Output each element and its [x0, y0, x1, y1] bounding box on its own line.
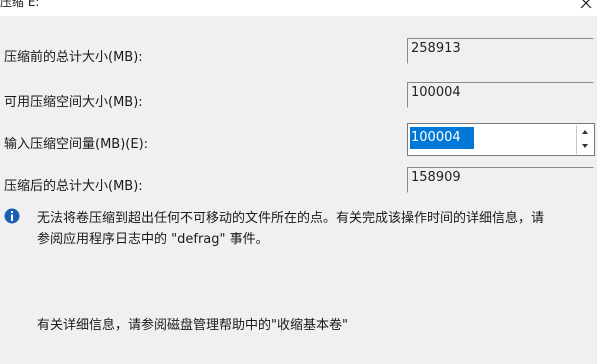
available-value: 100004: [407, 82, 594, 108]
chevron-down-icon: [582, 144, 588, 148]
close-button[interactable]: [577, 0, 595, 12]
total-before-value: 258913: [407, 38, 594, 64]
help-text: 有关详细信息，请参阅磁盘管理帮助中的"收缩基本卷": [37, 318, 348, 333]
info-message: 无法将卷压缩到超出任何不可移动的文件所在的点。有关完成该操作时间的详细信息，请 …: [37, 208, 593, 250]
shrink-amount-stepper: [407, 123, 595, 156]
info-line-2: 参阅应用程序日志中的 "defrag" 事件。: [37, 232, 269, 247]
title-bar: 压缩 E:: [0, 0, 597, 16]
dialog-title: 压缩 E:: [0, 0, 40, 9]
spin-up-button[interactable]: [577, 125, 593, 140]
chevron-up-icon: [582, 130, 588, 134]
shrink-amount-label: 输入压缩空间量(MB)(E):: [4, 137, 149, 152]
total-after-label: 压缩后的总计大小(MB):: [4, 179, 143, 194]
info-line-1: 无法将卷压缩到超出任何不可移动的文件所在的点。有关完成该操作时间的详细信息，请: [37, 211, 545, 226]
available-label: 可用压缩空间大小(MB):: [4, 95, 143, 110]
total-before-label: 压缩前的总计大小(MB):: [4, 50, 143, 65]
spin-control: [576, 125, 593, 154]
spin-down-button[interactable]: [577, 139, 593, 153]
total-after-value: 158909: [407, 167, 594, 193]
shrink-amount-input[interactable]: [410, 127, 474, 149]
close-icon: [580, 0, 592, 9]
info-icon: [4, 208, 20, 224]
